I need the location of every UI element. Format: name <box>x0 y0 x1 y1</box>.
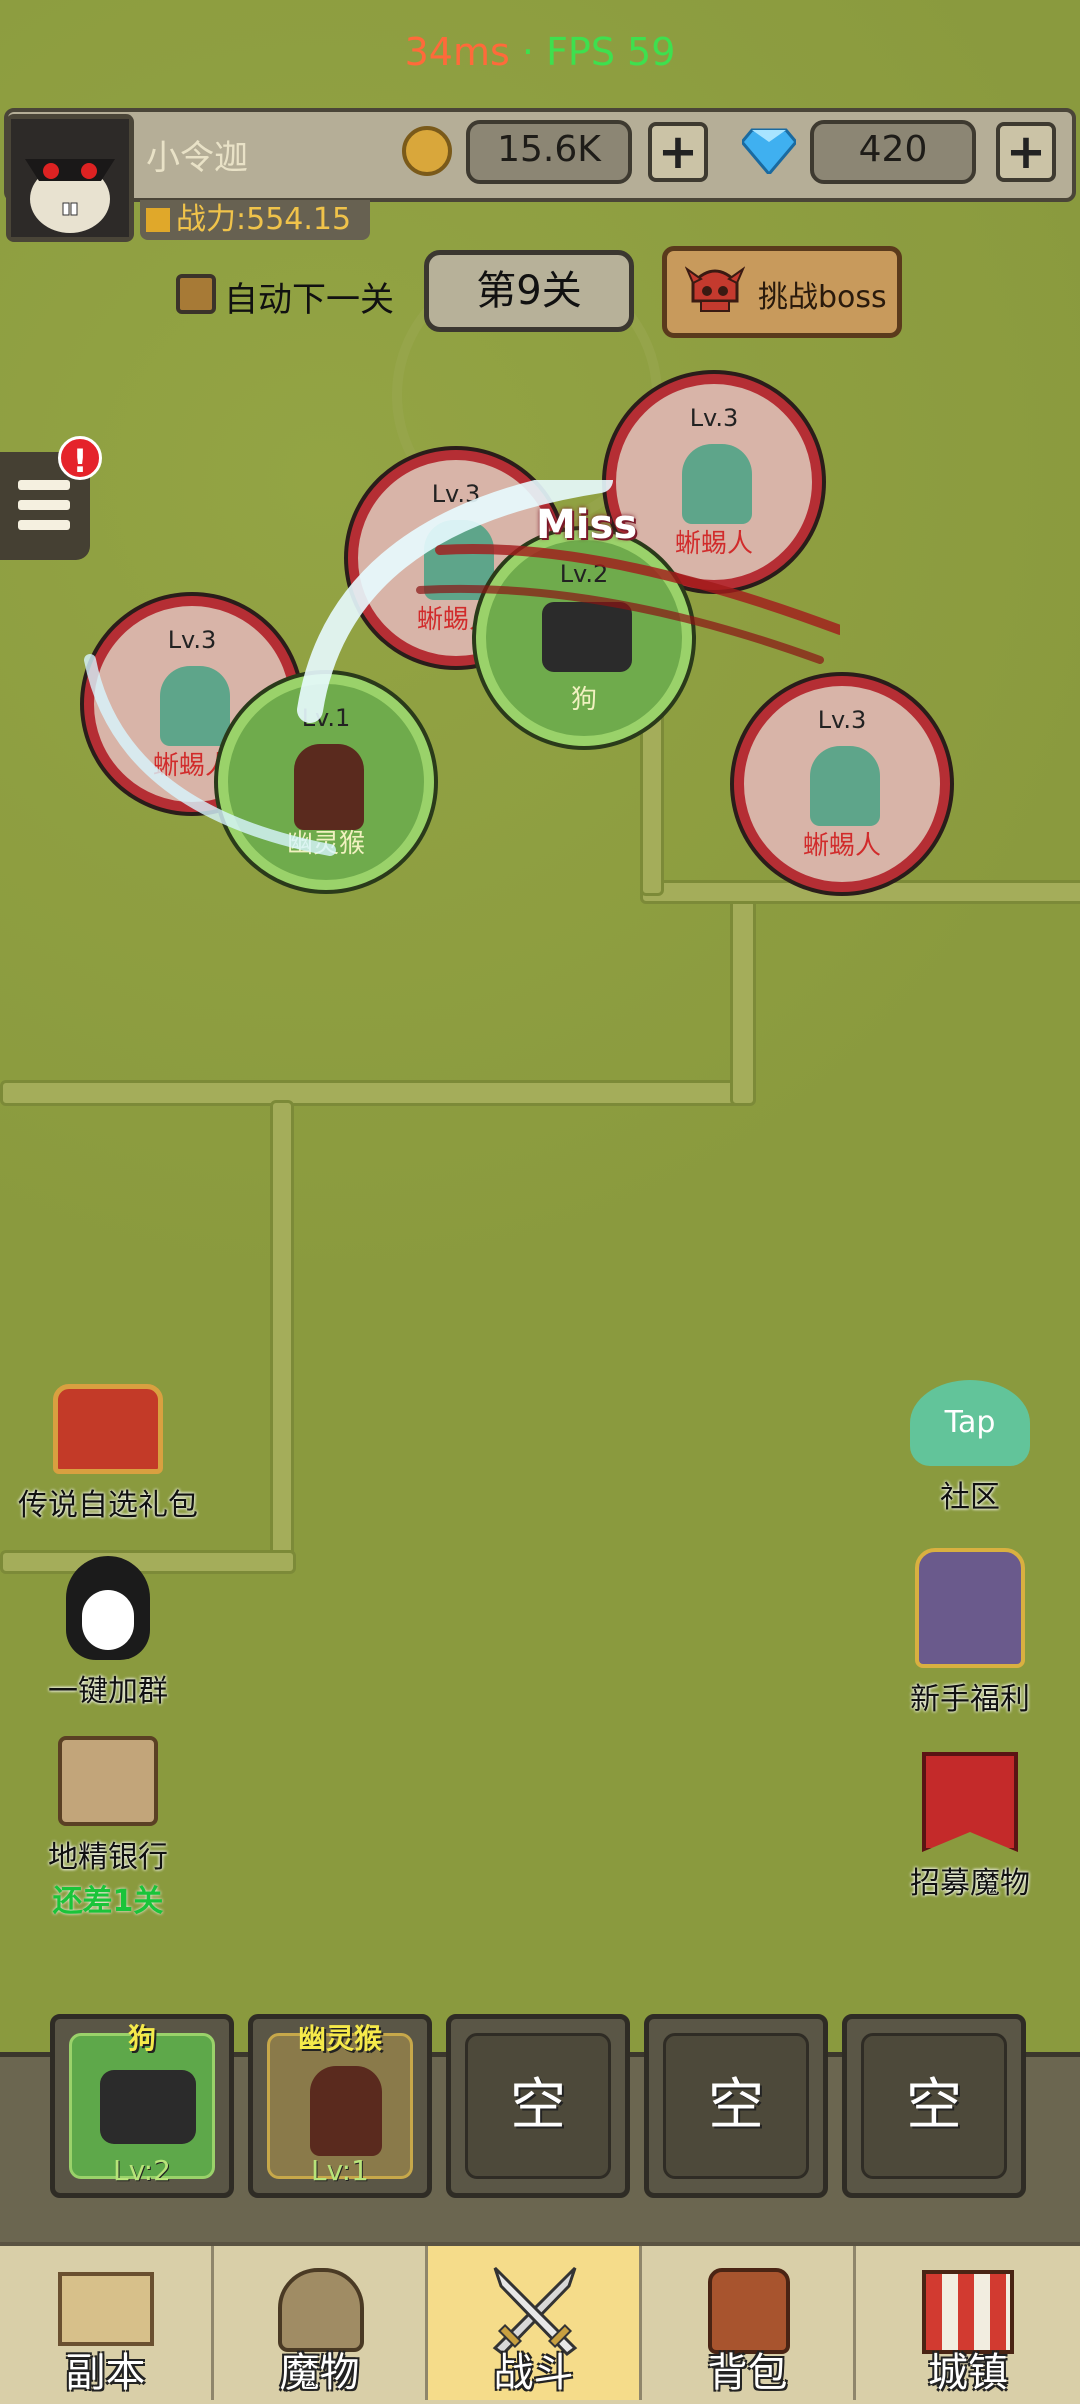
tab-label: 魔物 <box>279 2350 360 2396</box>
team-slot-empty[interactable]: 空 <box>644 2014 828 2198</box>
goblin-bank-progress: 还差1关 <box>52 1884 164 1919</box>
tap-cloud-icon: Tap <box>910 1380 1030 1466</box>
community-label: 社区 <box>940 1480 1000 1515</box>
player-name: 小令迦 <box>146 138 248 178</box>
empty-slot-label: 空 <box>510 2073 566 2138</box>
power-icon <box>146 208 170 232</box>
empty-slot-label: 空 <box>906 2073 962 2138</box>
challenge-boss-label: 挑战boss <box>758 280 887 315</box>
beast-avatar-icon <box>11 119 129 237</box>
map-road <box>730 880 756 1106</box>
add-gem-button[interactable]: + <box>996 122 1056 182</box>
legend-pack-label: 传说自选礼包 <box>18 1488 198 1523</box>
network-status: 34ms · FPS 59 <box>0 30 1080 74</box>
map-road <box>0 1080 746 1106</box>
slot-unit-name: 狗 <box>127 2022 156 2055</box>
gold-amount: 15.6K <box>466 120 632 184</box>
gem-amount: 420 <box>810 120 976 184</box>
unit-level: Lv.3 <box>689 404 739 432</box>
combat-power: 战力:554.15 <box>140 200 370 240</box>
legend-pack-button[interactable]: 传说自选礼包 <box>8 1384 208 1524</box>
join-group-button[interactable]: 一键加群 <box>8 1556 208 1710</box>
menu-line <box>18 520 70 530</box>
boss-skull-icon <box>685 266 745 312</box>
miss-indicator: Miss <box>536 502 638 548</box>
tab-battle[interactable]: 战斗 <box>428 2246 642 2400</box>
status-separator: · <box>521 30 534 74</box>
tab-backpack[interactable]: 背包 <box>642 2246 856 2400</box>
team-slot-empty[interactable]: 空 <box>446 2014 630 2198</box>
newbie-welfare-label: 新手福利 <box>910 1682 1030 1717</box>
dog-icon <box>100 2070 196 2144</box>
slot-unit-name: 幽灵猴 <box>297 2022 382 2055</box>
tab-monsters[interactable]: 魔物 <box>214 2246 428 2400</box>
auto-next-label: 自动下一关 <box>224 280 394 320</box>
team-slot[interactable]: 狗 Lv:2 <box>50 2014 234 2198</box>
team-slot[interactable]: 幽灵猴 Lv:1 <box>248 2014 432 2198</box>
tab-label: 城镇 <box>928 2350 1008 2396</box>
tab-label: 副本 <box>65 2350 146 2396</box>
team-slot-empty[interactable]: 空 <box>842 2014 1026 2198</box>
menu-line <box>18 500 70 510</box>
alert-badge: ! <box>58 436 102 480</box>
newbie-welfare-button[interactable]: 新手福利 <box>870 1548 1070 1718</box>
map-icon <box>58 2272 154 2346</box>
add-gold-button[interactable]: + <box>648 122 708 182</box>
gold-coin-icon <box>402 126 452 176</box>
banner-icon <box>922 1752 1018 1852</box>
bank-scroll-icon <box>58 1736 158 1826</box>
auto-next-checkbox[interactable] <box>176 274 216 314</box>
recruit-monster-label: 招募魔物 <box>910 1866 1030 1901</box>
fps-readout: FPS 59 <box>546 30 676 74</box>
stage-indicator[interactable]: 第9关 <box>424 250 634 332</box>
slot-unit-level: Lv:1 <box>311 2154 369 2187</box>
penguin-icon <box>66 1556 150 1660</box>
goblin-bank-label: 地精银行 <box>48 1840 168 1875</box>
penguin-belly <box>82 1590 134 1650</box>
empty-slot-label: 空 <box>708 2073 764 2138</box>
community-button[interactable]: Tap 社区 <box>870 1380 1070 1516</box>
ghost-monkey-icon <box>310 2066 382 2156</box>
join-group-label: 一键加群 <box>48 1674 168 1709</box>
slash-effect <box>84 480 840 856</box>
map-road <box>270 1100 294 1566</box>
ping-readout: 34ms <box>404 30 510 74</box>
avatar[interactable] <box>6 114 134 242</box>
tab-town[interactable]: 城镇 <box>856 2246 1080 2400</box>
combat-power-value: 战力:554.15 <box>176 202 352 237</box>
menu-line <box>18 480 70 490</box>
goblin-bank-button[interactable]: 地精银行 还差1关 <box>8 1736 208 1920</box>
tab-label: 战斗 <box>493 2350 574 2396</box>
tab-label: 背包 <box>707 2350 788 2396</box>
knight-icon <box>915 1548 1025 1668</box>
slot-unit-level: Lv:2 <box>113 2154 171 2187</box>
tab-dungeon[interactable]: 副本 <box>0 2246 214 2400</box>
recruit-monster-button[interactable]: 招募魔物 <box>870 1752 1070 1902</box>
diamond-icon <box>742 128 796 174</box>
treasure-chest-icon <box>53 1384 163 1474</box>
